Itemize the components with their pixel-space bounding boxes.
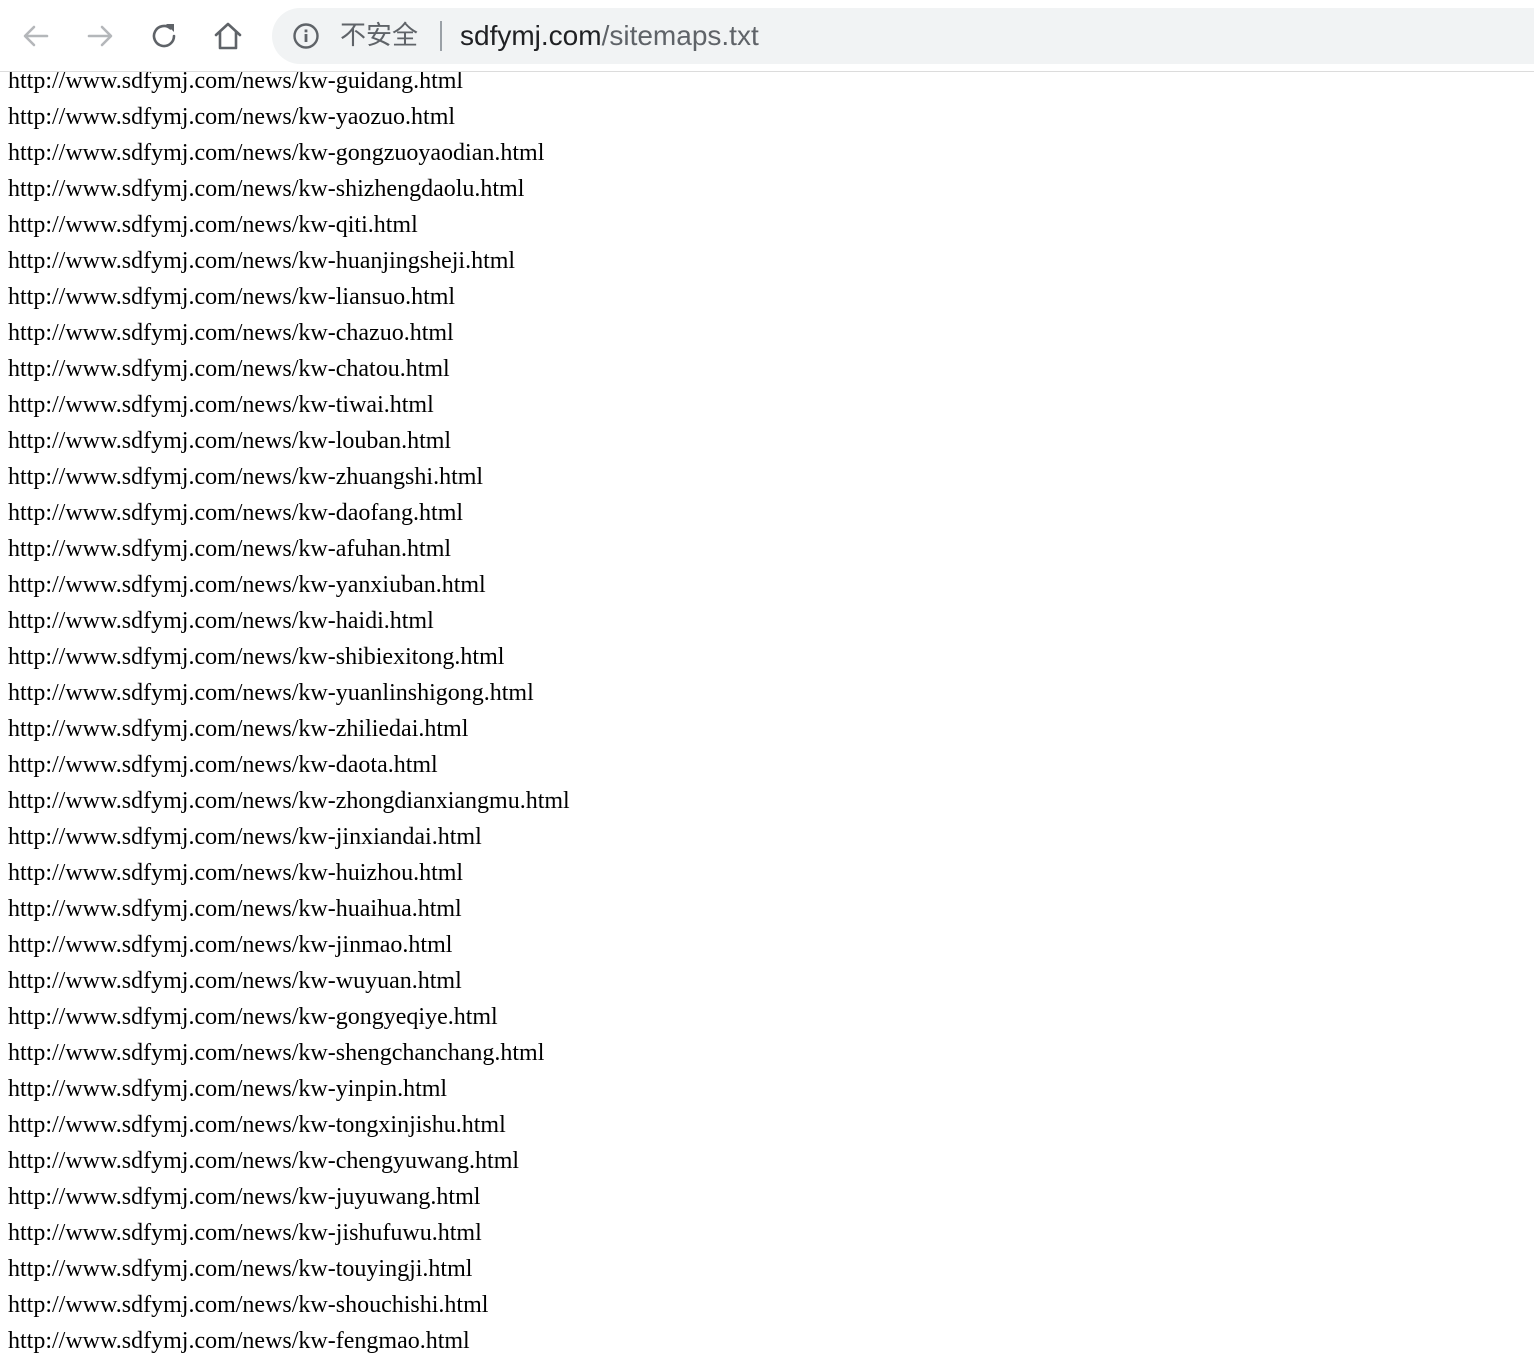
sitemap-line: http://www.sdfymj.com/news/kw-chatou.htm… — [8, 356, 450, 382]
url-path: /sitemaps.txt — [601, 20, 759, 51]
sitemap-line: http://www.sdfymj.com/news/kw-huaihua.ht… — [8, 896, 462, 922]
sitemap-line: http://www.sdfymj.com/news/kw-daota.html — [8, 752, 438, 778]
sitemap-line: http://www.sdfymj.com/news/kw-zhongdianx… — [8, 788, 570, 814]
sitemap-line: http://www.sdfymj.com/news/kw-jishufuwu.… — [8, 1220, 482, 1246]
sitemap-line: http://www.sdfymj.com/news/kw-afuhan.htm… — [8, 536, 452, 562]
sitemap-line: http://www.sdfymj.com/news/kw-liansuo.ht… — [8, 284, 456, 310]
sitemap-line: http://www.sdfymj.com/news/kw-tiwai.html — [8, 392, 434, 418]
sitemap-line: http://www.sdfymj.com/news/kw-haidi.html — [8, 608, 434, 634]
sitemap-line: http://www.sdfymj.com/news/kw-shizhengda… — [8, 176, 525, 202]
sitemap-line: http://www.sdfymj.com/news/kw-daofang.ht… — [8, 500, 464, 526]
sitemap-line: http://www.sdfymj.com/news/kw-tongxinjis… — [8, 1112, 506, 1138]
sitemap-line: http://www.sdfymj.com/news/kw-zhuangshi.… — [8, 464, 484, 490]
address-bar[interactable]: 不安全 sdfymj.com/sitemaps.txt — [272, 8, 1534, 64]
sitemap-line: http://www.sdfymj.com/news/kw-yuanlinshi… — [8, 680, 534, 706]
sitemap-line: http://www.sdfymj.com/news/kw-zhiliedai.… — [8, 716, 469, 742]
url-host: sdfymj.com — [460, 20, 602, 51]
url-field[interactable]: sdfymj.com/sitemaps.txt — [460, 18, 759, 54]
security-status-label[interactable]: 不安全 — [340, 20, 418, 52]
sitemap-line: http://www.sdfymj.com/news/kw-fengmao.ht… — [8, 1328, 470, 1354]
sitemap-line: http://www.sdfymj.com/news/kw-touyingji.… — [8, 1256, 473, 1282]
sitemap-line: http://www.sdfymj.com/news/kw-jinxiandai… — [8, 824, 482, 850]
home-icon — [214, 22, 242, 50]
sitemap-line: http://www.sdfymj.com/news/kw-juyuwang.h… — [8, 1184, 481, 1210]
sitemap-line: http://www.sdfymj.com/news/kw-qiti.html — [8, 212, 418, 238]
browser-toolbar: 不安全 sdfymj.com/sitemaps.txt — [0, 0, 1534, 72]
sitemap-line: http://www.sdfymj.com/news/kw-chengyuwan… — [8, 1148, 520, 1174]
sitemap-line: http://www.sdfymj.com/news/kw-chazuo.htm… — [8, 320, 454, 346]
sitemap-line: http://www.sdfymj.com/news/kw-shouchishi… — [8, 1292, 489, 1318]
sitemap-line: http://www.sdfymj.com/news/kw-jinmao.htm… — [8, 932, 453, 958]
back-button[interactable] — [16, 16, 56, 56]
sitemap-line: http://www.sdfymj.com/news/kw-shengchanc… — [8, 1040, 545, 1066]
sitemap-line: http://www.sdfymj.com/news/kw-yaozuo.htm… — [8, 104, 456, 130]
page-content: http://www.sdfymj.com/news/kw-guidang.ht… — [0, 63, 1534, 1355]
omnibox-divider — [440, 21, 442, 51]
sitemap-line: http://www.sdfymj.com/news/kw-louban.htm… — [8, 428, 452, 454]
sitemap-text: http://www.sdfymj.com/news/kw-guidang.ht… — [0, 63, 1534, 1355]
arrow-right-icon — [87, 25, 113, 47]
sitemap-line: http://www.sdfymj.com/news/kw-huizhou.ht… — [8, 860, 464, 886]
sitemap-line: http://www.sdfymj.com/news/kw-yanxiuban.… — [8, 572, 486, 598]
sitemap-line: http://www.sdfymj.com/news/kw-shibiexito… — [8, 644, 505, 670]
sitemap-line: http://www.sdfymj.com/news/kw-huanjingsh… — [8, 248, 516, 274]
sitemap-line: http://www.sdfymj.com/news/kw-wuyuan.htm… — [8, 968, 462, 994]
forward-button[interactable] — [80, 16, 120, 56]
reload-icon — [152, 24, 176, 48]
sitemap-line: http://www.sdfymj.com/news/kw-gongzuoyao… — [8, 140, 545, 166]
reload-button[interactable] — [144, 16, 184, 56]
sitemap-line: http://www.sdfymj.com/news/kw-yinpin.htm… — [8, 1076, 448, 1102]
info-circle-icon[interactable] — [292, 22, 320, 50]
home-button[interactable] — [208, 16, 248, 56]
arrow-left-icon — [23, 25, 49, 47]
sitemap-line: http://www.sdfymj.com/news/kw-gongyeqiye… — [8, 1004, 498, 1030]
